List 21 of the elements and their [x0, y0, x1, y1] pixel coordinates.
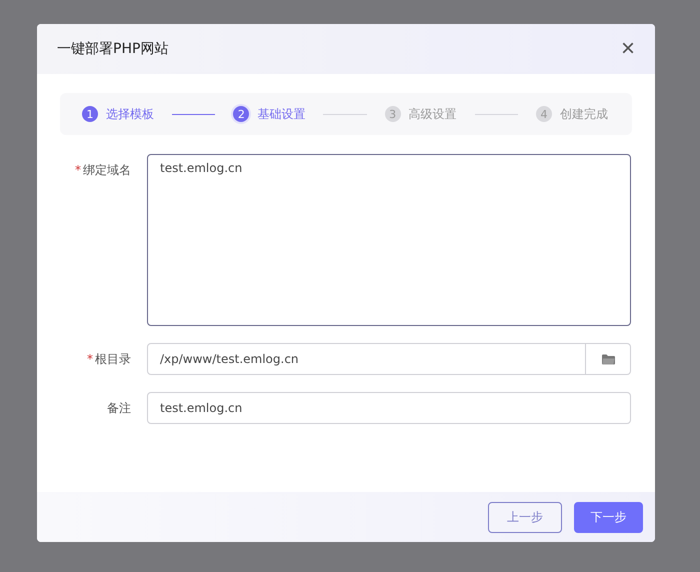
- step-label: 高级设置: [408, 106, 457, 122]
- next-button[interactable]: 下一步: [574, 502, 643, 532]
- step-label: 基础设置: [257, 106, 306, 122]
- step-number: 4: [536, 106, 552, 122]
- field-label-text: 根目录: [95, 352, 131, 366]
- domain-field[interactable]: test.emlog.cn: [147, 154, 631, 326]
- directory-field[interactable]: /xp/www/test.emlog.cn: [147, 343, 586, 375]
- required-mark: *: [75, 163, 81, 177]
- required-mark: *: [87, 352, 93, 366]
- note-field[interactable]: test.emlog.cn: [147, 392, 631, 424]
- step-number: 2: [233, 106, 250, 122]
- step-label: 创建完成: [560, 106, 608, 122]
- step-label: 选择模板: [106, 106, 154, 122]
- step-number: 1: [82, 106, 98, 122]
- browse-button[interactable]: [586, 343, 631, 375]
- close-button[interactable]: ×: [620, 37, 635, 61]
- folder-icon: [602, 354, 614, 364]
- step-number: 3: [384, 106, 401, 122]
- dialog-title: 一键部署PHP网站: [57, 40, 168, 58]
- field-label-text: 备注: [107, 401, 131, 415]
- field-label-text: 绑定域名: [83, 163, 131, 177]
